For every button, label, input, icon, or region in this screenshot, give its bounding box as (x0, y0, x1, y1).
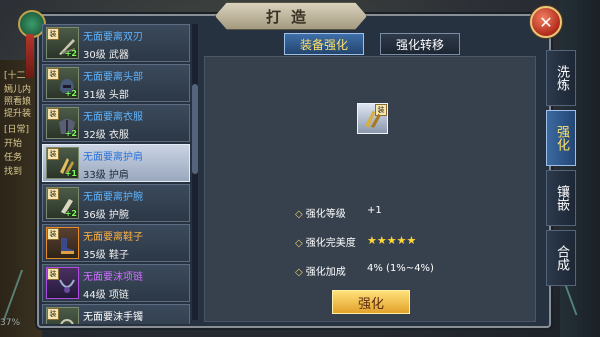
equipment-name: 无面要离护肩 (83, 152, 143, 163)
bonus-value: 4% (1%~4%) (367, 263, 434, 274)
strengthen-button[interactable]: 强化 (332, 290, 410, 314)
bangle-icon (60, 319, 74, 324)
bottom-left-readout: 37% (0, 318, 21, 328)
boots-icon (61, 238, 74, 254)
side-tab-label: 强化 (554, 125, 569, 151)
equipment-name: 无面要沫项链 (83, 272, 143, 283)
selected-equipment-slot[interactable]: 装 (357, 103, 388, 134)
enhance-level: +2 (64, 209, 77, 218)
strengthen-content: 装备强化 强化转移 装 ◇ 强化等级 +1 ◇ 强化完美度 ★★★★★ ◇ 强化加成 … (202, 28, 537, 323)
bonus-label: 强化加成 (305, 267, 346, 278)
side-tab-inlay[interactable]: 镶嵌 (546, 170, 576, 226)
enhance-level: +2 (64, 49, 77, 58)
equipment-slot: 装 +2 (46, 187, 79, 219)
star-icon: ★ (376, 234, 387, 247)
equipment-item-necklace[interactable]: 装 无面要沫项链 44级 项链 (42, 264, 190, 302)
star-icon: ★ (386, 234, 397, 247)
equipment-item-helmet[interactable]: 装 +2 无面要离头部 31级 头部 (42, 64, 190, 102)
equipment-name: 无面要离双刃 (83, 32, 143, 43)
level-value: +1 (367, 205, 382, 216)
enhance-level: +2 (64, 129, 77, 138)
side-tab-label: 合成 (554, 245, 569, 271)
equipment-list[interactable]: 装 +2 无面要离双刃 30级 武器 装 +2 无面要离头部 31级 头部 装 … (42, 24, 192, 324)
tab-equipment-strengthen[interactable]: 装备强化 (284, 33, 364, 55)
equipment-list-scrollbar[interactable] (192, 24, 198, 320)
equipment-item-bangle[interactable]: 装 无面要沫手镯 (42, 304, 190, 324)
equipment-name: 无面要离衣服 (83, 112, 143, 123)
star-icon: ★ (367, 234, 377, 247)
diamond-icon: ◇ (295, 209, 303, 220)
enhance-level: +1 (64, 169, 77, 178)
equipment-level: 36级 护腕 (83, 210, 129, 221)
perfection-label: 强化完美度 (305, 238, 356, 249)
side-tab-synthesize[interactable]: 合成 (546, 230, 576, 286)
chat-line: [十二 (4, 71, 26, 81)
equipment-item-boots[interactable]: 装 无面要离鞋子 35级 鞋子 (42, 224, 190, 262)
side-tab-label: 镶嵌 (554, 185, 569, 211)
equipment-level: 35级 鞋子 (83, 250, 129, 261)
equipment-slot: 装 (46, 307, 79, 324)
chat-line: 找到 (4, 167, 23, 177)
diamond-icon: ◇ (295, 267, 303, 278)
star-icon: ★ (406, 234, 417, 247)
scrollbar-thumb[interactable] (192, 84, 198, 174)
equipment-item-armor[interactable]: 装 +2 无面要离衣服 32级 衣服 (42, 104, 190, 142)
equipment-slot: 装 +2 (46, 107, 79, 139)
diamond-icon: ◇ (295, 238, 303, 249)
side-tab-refine[interactable]: 洗炼 (546, 50, 576, 106)
close-icon: ✕ (539, 12, 553, 32)
equipment-level: 30级 武器 (83, 50, 129, 61)
equipment-name: 无面要沫手镯 (83, 312, 143, 323)
equipment-item-shoulder-guard[interactable]: 装 +1 无面要离护肩 33级 护肩 (42, 144, 190, 182)
side-tab-label: 洗炼 (554, 65, 569, 91)
chat-line: 提升装 (4, 109, 32, 119)
equipment-slot: 装 (46, 267, 79, 299)
equipment-name: 无面要离护腕 (83, 192, 143, 203)
equipment-level: 44级 项链 (83, 290, 129, 301)
necklace-icon (59, 279, 75, 293)
star-icon: ★ (396, 234, 407, 247)
equipment-slot: 装 +2 (46, 67, 79, 99)
equipment-slot: 装 (46, 227, 79, 259)
equipment-level: 32级 衣服 (83, 130, 129, 141)
perfection-stars: ★★★★★ (367, 234, 416, 247)
enhance-level: +2 (64, 89, 77, 98)
level-label: 强化等级 (305, 209, 346, 220)
equipment-slot: 装 +2 (46, 27, 79, 59)
equipment-slot: 装 +1 (46, 147, 79, 179)
strengthen-detail-area: 装 ◇ 强化等级 +1 ◇ 强化完美度 ★★★★★ ◇ 强化加成 4% (1%~4%) (204, 56, 536, 322)
chat-line: [日常] (4, 125, 30, 135)
chat-line: 任务 (4, 153, 23, 163)
shoulder-guard-icon (365, 110, 381, 128)
stat-label: ◇ 强化加成 (295, 263, 346, 278)
stat-label: ◇ 强化等级 (295, 205, 346, 220)
side-tab-strengthen[interactable]: 强化 (546, 110, 576, 166)
stat-label: ◇ 强化完美度 (295, 234, 356, 249)
equipment-name: 无面要离鞋子 (83, 232, 143, 243)
tassel-ornament (26, 34, 34, 78)
tab-strengthen-transfer[interactable]: 强化转移 (380, 33, 460, 55)
equipment-item-dual-blade[interactable]: 装 +2 无面要离双刃 30级 武器 (42, 24, 190, 62)
equipment-level: 31级 头部 (83, 90, 129, 101)
equipment-item-bracer[interactable]: 装 +2 无面要离护腕 36级 护腕 (42, 184, 190, 222)
panel-title-bar: 打造 (215, 2, 367, 30)
equipment-name: 无面要离头部 (83, 72, 143, 83)
chat-line: 开始 (4, 139, 23, 149)
panel-title: 打造 (265, 7, 316, 26)
equipment-level: 33级 护肩 (83, 170, 129, 181)
